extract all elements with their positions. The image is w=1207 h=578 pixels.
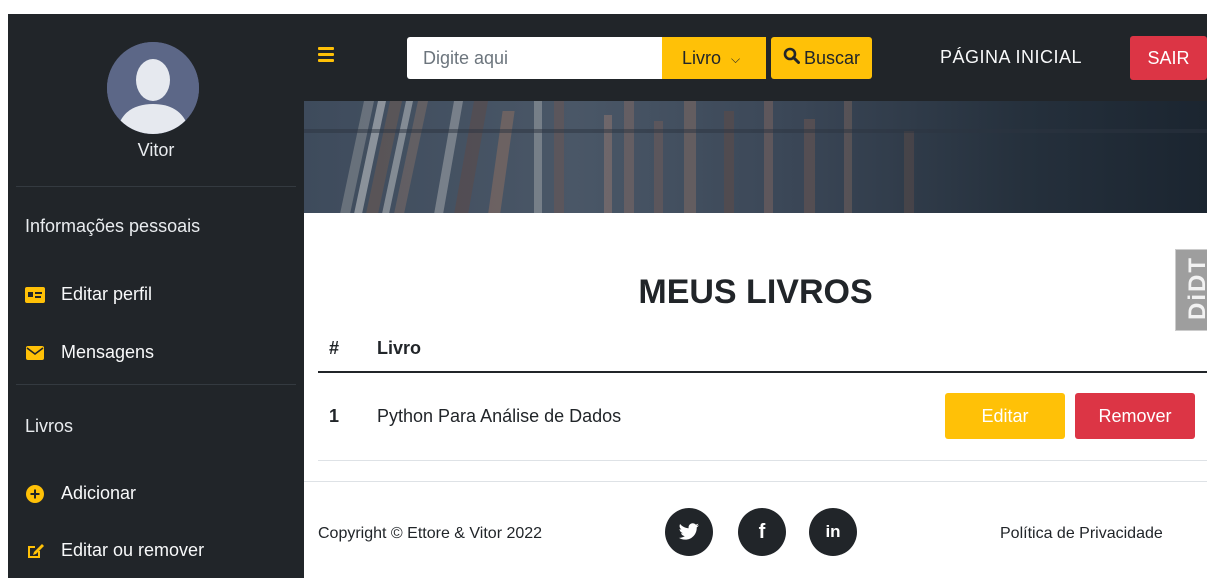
table-header-divider <box>318 371 1207 373</box>
row-number: 1 <box>329 406 340 426</box>
search-button-label: Buscar <box>803 47 861 68</box>
sidebar-divider <box>16 186 296 187</box>
badge-image: DiDT <box>1175 249 1207 331</box>
plus-circle-icon <box>25 484 45 504</box>
table-row-divider <box>318 460 1207 461</box>
search-icon <box>783 47 800 69</box>
section-title-books: Livros <box>25 416 74 436</box>
edit-button[interactable]: Editar <box>945 393 1065 439</box>
remove-button[interactable]: Remover <box>1075 393 1195 439</box>
user-silhouette-icon <box>107 42 199 134</box>
search-type-value: Livro <box>682 47 722 68</box>
copyright-text: Copyright © Ettore & Vitor 2022 <box>318 525 543 542</box>
main-content: MEUS LIVROS DiDT # Livro 1 Python Para A… <box>304 213 1207 481</box>
table-header-book: Livro <box>377 338 422 358</box>
user-name: Vitor <box>137 140 175 160</box>
section-title-personal: Informações pessoais <box>25 216 201 236</box>
chevron-down-icon: ⌵ <box>731 51 741 66</box>
linkedin-icon[interactable]: in <box>809 508 857 556</box>
facebook-icon[interactable]: f <box>738 508 786 556</box>
envelope-icon <box>25 343 45 363</box>
home-link[interactable]: PÁGINA INICIAL <box>940 47 1082 68</box>
sidebar-item-label: Editar ou remover <box>61 540 205 560</box>
hamburger-icon[interactable] <box>318 47 334 62</box>
sidebar-divider <box>16 384 296 385</box>
bookshelf-illustration <box>304 101 1207 213</box>
topbar: Livro ⌵ Buscar PÁGINA INICIAL SAIR <box>304 14 1207 101</box>
id-card-icon <box>25 285 45 305</box>
sidebar-item-label: Mensagens <box>61 342 155 362</box>
badge-text: DiDT <box>1184 256 1207 320</box>
sidebar: Vitor Informações pessoais Editar perfil <box>8 14 304 578</box>
sidebar-item-label: Adicionar <box>61 483 137 503</box>
banner-image <box>304 101 1207 213</box>
search-input[interactable] <box>407 37 662 79</box>
sidebar-item-edit-remove[interactable]: Editar ou remover <box>25 540 204 561</box>
search-type-select[interactable]: Livro ⌵ <box>662 37 766 79</box>
privacy-policy-link[interactable]: Política de Privacidade <box>1000 525 1163 543</box>
twitter-icon[interactable] <box>665 508 713 556</box>
sidebar-item-edit-profile[interactable]: Editar perfil <box>25 284 152 305</box>
row-book-title: Python Para Análise de Dados <box>377 406 622 426</box>
search-button[interactable]: Buscar <box>771 37 872 79</box>
sidebar-item-label: Editar perfil <box>61 284 153 304</box>
avatar <box>107 42 199 134</box>
page-title: MEUS LIVROS <box>638 273 873 311</box>
sidebar-item-messages[interactable]: Mensagens <box>25 342 154 363</box>
edit-icon <box>25 541 45 561</box>
app-frame: Vitor Informações pessoais Editar perfil <box>8 14 1207 578</box>
table-header-num: # <box>329 338 340 358</box>
logout-button[interactable]: SAIR <box>1130 36 1207 80</box>
sidebar-item-add[interactable]: Adicionar <box>25 483 136 504</box>
footer: Copyright © Ettore & Vitor 2022 f in Pol… <box>304 481 1207 578</box>
